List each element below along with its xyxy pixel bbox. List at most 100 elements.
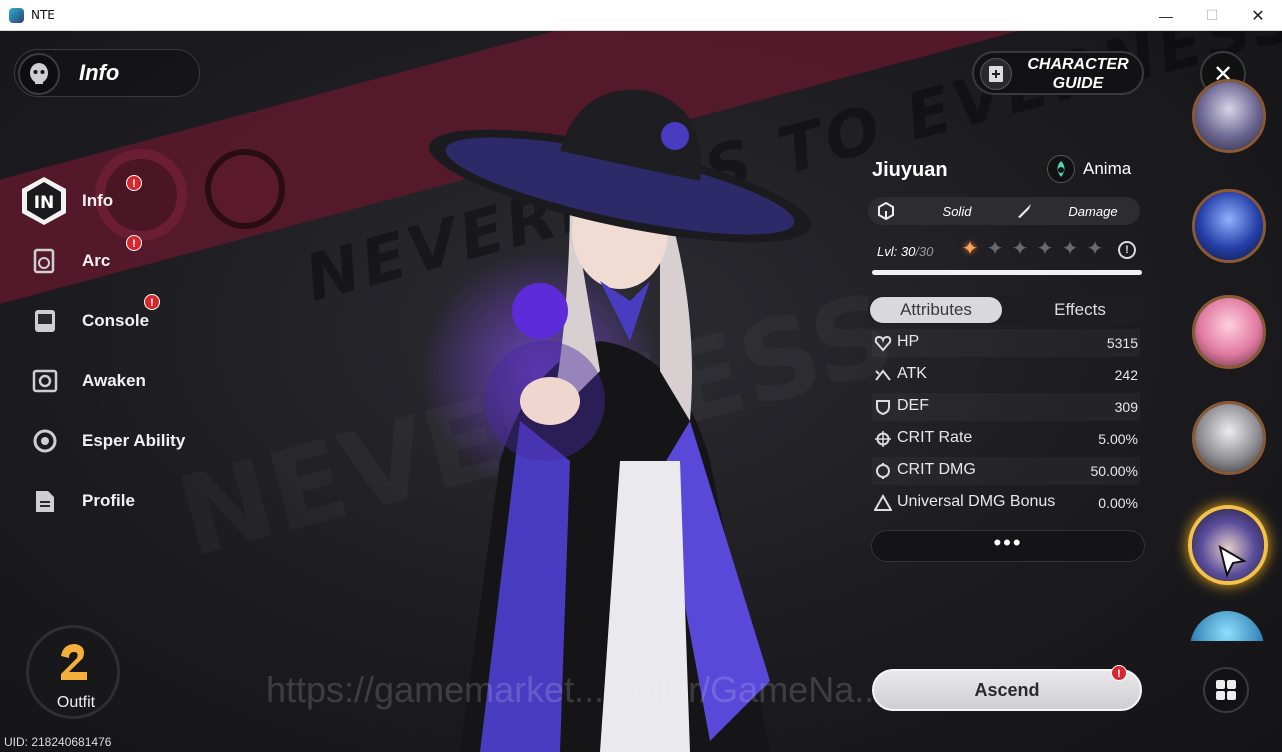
character-level: Lvl: 30/30 <box>877 244 933 259</box>
alert-badge-info: ! <box>126 175 142 191</box>
guide-label-line1: CHARACTER <box>1027 56 1129 73</box>
xp-bar <box>872 270 1142 275</box>
ascend-button[interactable]: Ascend <box>872 669 1142 711</box>
stat-value: 50.00% <box>1090 463 1138 479</box>
nav-item-arc[interactable]: Arc ! <box>14 233 234 289</box>
info-icon[interactable]: ! <box>1118 241 1136 259</box>
profile-icon <box>30 486 60 516</box>
player-avatar[interactable] <box>18 53 60 95</box>
grid-icon <box>1216 680 1236 700</box>
more-stats-button[interactable]: ••• <box>871 530 1145 562</box>
console-icon <box>30 306 60 336</box>
level-max: /30 <box>915 244 934 259</box>
stat-name: CRIT Rate <box>897 429 973 446</box>
stat-row-atk: ATK 242 <box>872 361 1140 389</box>
crosshair-icon <box>875 431 891 447</box>
nav-label-esper-ability: Esper Ability <box>82 431 186 450</box>
stat-name: Universal DMG Bonus <box>897 493 1056 510</box>
close-window-button[interactable]: ✕ <box>1235 0 1281 31</box>
nav-item-awaken[interactable]: Awaken <box>14 353 234 409</box>
stat-row-crit-rate: CRIT Rate 5.00% <box>872 425 1140 453</box>
roster-character-6[interactable] <box>1190 611 1264 641</box>
xp-bar-fill <box>872 270 1142 275</box>
character-portrait <box>420 89 811 752</box>
tag-damage-label: Damage <box>1068 203 1118 219</box>
page-title: Info <box>79 60 120 85</box>
character-guide-label: CHARACTER GUIDE <box>1022 55 1134 93</box>
outfit-button[interactable]: Outfit <box>26 625 120 719</box>
roster-character-1[interactable] <box>1192 79 1266 153</box>
nav-label-arc: Arc <box>82 251 111 270</box>
nav-item-profile[interactable]: Profile <box>14 473 234 529</box>
character-name: Jiuyuan <box>872 159 948 181</box>
mask-icon <box>30 63 48 84</box>
character-guide-button[interactable]: CHARACTER GUIDE <box>972 51 1144 95</box>
roster-grid-button[interactable] <box>1203 667 1249 713</box>
tag-solid: Solid <box>868 197 1006 225</box>
tab-attributes[interactable]: Attributes <box>870 297 1002 323</box>
window-titlebar: NTE — ☐ ✕ <box>0 0 1282 31</box>
alert-badge-ascend: ! <box>1111 665 1127 681</box>
triangle-icon <box>874 494 892 511</box>
stat-row-hp: HP 5315 <box>872 329 1140 357</box>
nav-label-profile: Profile <box>82 491 135 510</box>
stat-name: ATK <box>897 365 927 382</box>
star-icon: ✦ <box>1061 238 1079 260</box>
stats-tabs: Attributes Effects <box>868 296 1146 324</box>
shield-icon <box>876 400 890 416</box>
anima-attribute-icon <box>1047 155 1075 183</box>
roster-character-4[interactable] <box>1192 401 1266 475</box>
nav-item-info[interactable]: IN Info ! <box>14 173 234 229</box>
character-avatar <box>1195 82 1263 150</box>
guide-label-line2: GUIDE <box>1052 75 1104 92</box>
character-avatar <box>1195 298 1263 366</box>
nav-label-console: Console <box>82 311 150 330</box>
crit-dmg-icon <box>876 463 890 479</box>
cursor-pointer-icon <box>1214 543 1250 579</box>
level-value: 30 <box>900 244 916 259</box>
stat-value: 309 <box>1114 399 1138 415</box>
tab-effects[interactable]: Effects <box>1014 297 1146 323</box>
esper-icon <box>30 426 60 456</box>
atk-icon <box>875 369 891 381</box>
outfit-label: Outfit <box>56 694 96 711</box>
nav-item-console[interactable]: Console ! <box>14 293 234 349</box>
character-attribute: Anima <box>1083 159 1132 178</box>
roster-character-3[interactable] <box>1192 295 1266 369</box>
book-icon <box>980 58 1012 90</box>
level-prefix: Lvl: <box>877 244 901 259</box>
maximize-button[interactable]: ☐ <box>1189 0 1235 31</box>
arc-icon <box>30 246 60 276</box>
star-icon: ✦ <box>961 238 979 260</box>
nav-label-info: Info <box>82 191 114 210</box>
stat-name: DEF <box>897 397 929 414</box>
ascension-stars: ✦ ✦ ✦ ✦ ✦ ✦ <box>960 239 1105 259</box>
window-title: NTE <box>31 8 55 22</box>
heart-icon <box>874 335 892 352</box>
star-icon: ✦ <box>1086 238 1104 260</box>
stat-value: 5.00% <box>1098 431 1138 447</box>
stat-value: 5315 <box>1106 335 1138 351</box>
tag-damage: Damage <box>1006 197 1140 225</box>
roster-character-2[interactable] <box>1192 189 1266 263</box>
player-uid: UID: 218240681476 <box>4 735 112 749</box>
svg-text:IN: IN <box>34 193 55 213</box>
stat-value: 242 <box>1114 367 1138 383</box>
nav-item-esper-ability[interactable]: Esper Ability <box>14 413 234 469</box>
tag-solid-label: Solid <box>942 203 972 219</box>
alert-badge-console: ! <box>144 294 160 310</box>
awaken-icon <box>30 366 60 396</box>
star-icon: ✦ <box>1011 238 1029 260</box>
character-avatar <box>1195 404 1263 472</box>
character-avatar <box>1195 192 1263 260</box>
stat-name: HP <box>897 333 920 350</box>
stat-row-def: DEF 309 <box>872 393 1140 421</box>
minimize-button[interactable]: — <box>1143 0 1189 31</box>
info-logo-icon: IN <box>22 177 66 225</box>
app-icon <box>9 8 24 23</box>
watermark-text: https://gamemarket... seller/GameNa... <box>266 669 885 710</box>
star-icon: ✦ <box>986 238 1004 260</box>
stat-name: CRIT DMG <box>897 461 976 478</box>
character-avatar <box>1190 611 1264 641</box>
stat-row-crit-dmg: CRIT DMG 50.00% <box>872 457 1140 485</box>
